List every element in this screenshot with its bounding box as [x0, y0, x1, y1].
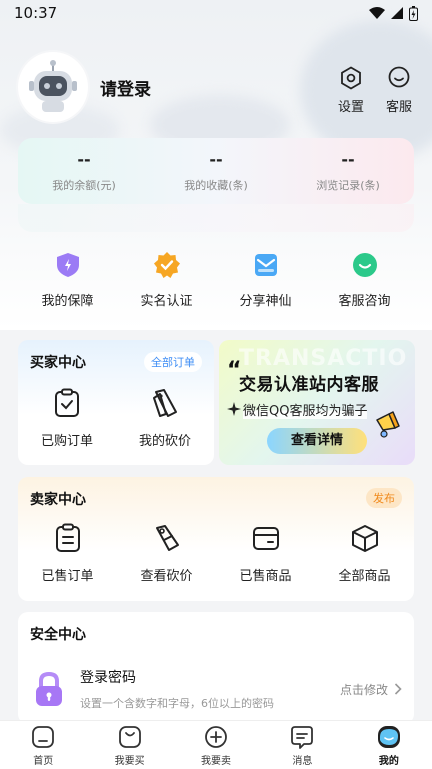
purchased-orders-button[interactable]: 已购订单 [18, 388, 116, 449]
message-icon [291, 725, 314, 749]
buyer-center-card: 买家中心 全部订单 已购订单 我的砍价 [18, 340, 214, 465]
clipboard-list-icon [55, 523, 80, 552]
settings-button[interactable]: 设置 [338, 66, 364, 115]
support-label: 客服 [385, 100, 412, 115]
tab-mine-label: 我的 [378, 755, 399, 767]
customer-service-label: 客服咨询 [338, 294, 391, 309]
publish-button[interactable]: 发布 [366, 488, 402, 508]
wifi-icon [369, 7, 385, 19]
view-bargains-button[interactable]: 查看砍价 [117, 523, 216, 584]
sparkle-icon [227, 402, 241, 416]
stats-card: -- 我的余额(元) -- 我的收藏(条) -- 浏览记录(条) [18, 138, 414, 204]
view-bargains-label: 查看砍价 [140, 569, 193, 584]
share-label: 分享神仙 [239, 294, 292, 309]
shield-icon [53, 250, 83, 280]
all-orders-button[interactable]: 全部订单 [144, 352, 202, 372]
price-tag-icon [153, 389, 177, 417]
status-bar: 10:37 [0, 0, 432, 26]
history-stat[interactable]: -- 浏览记录(条) [282, 150, 414, 193]
login-password-row[interactable]: 登录密码 设置一个含数字和字母，6位以上的密码 点击修改 [30, 664, 402, 714]
plus-circle-icon [205, 725, 227, 748]
tab-buy-label: 我要买 [114, 755, 145, 767]
my-bargain-label: 我的砍价 [138, 434, 191, 449]
megaphone-icon [376, 411, 400, 438]
top-actions: 设置 客服 [338, 66, 412, 115]
chevron-right-icon [394, 683, 402, 695]
favorites-label: 我的收藏(条) [184, 178, 248, 192]
wallet-icon [252, 527, 279, 550]
anti-fraud-banner[interactable]: TRANSACTIO “ 交易认准站内客服 微信QQ客服均为骗子 查看详情 [219, 340, 415, 465]
tab-messages-label: 消息 [292, 755, 313, 767]
my-protection-label: 我的保障 [41, 294, 94, 309]
security-center-title: 安全中心 [30, 624, 86, 645]
box-icon [351, 525, 378, 552]
support-button[interactable]: 客服 [386, 66, 412, 115]
home-icon [32, 725, 55, 748]
settings-label: 设置 [337, 100, 364, 115]
login-password-desc: 设置一个含数字和字母，6位以上的密码 [80, 697, 274, 710]
security-center-card: 安全中心 登录密码 设置一个含数字和字母，6位以上的密码 点击修改 [18, 612, 414, 724]
signal-icon [391, 7, 403, 19]
settings-icon [341, 66, 361, 90]
seller-center-title: 卖家中心 [30, 489, 86, 510]
balance-value: -- [77, 149, 91, 169]
tab-sell-label: 我要卖 [201, 755, 232, 767]
banner-title: 交易认准站内客服 [239, 375, 379, 395]
buyer-center-title: 买家中心 [30, 352, 86, 373]
tab-messages[interactable]: 消息 [259, 721, 345, 769]
tab-sell[interactable]: 我要卖 [173, 721, 259, 769]
sold-products-label: 已售商品 [239, 569, 292, 584]
tab-home[interactable]: 首页 [0, 721, 86, 769]
sold-orders-label: 已售订单 [41, 569, 94, 584]
lock-icon [30, 670, 68, 708]
real-name-verify-label: 实名认证 [140, 294, 193, 309]
history-label: 浏览记录(条) [316, 178, 380, 192]
seller-center-card: 卖家中心 发布 已售订单 查看砍价 已售商品 全部商品 [18, 477, 414, 601]
banner-subtitle: 微信QQ客服均为骗子 [243, 400, 368, 419]
login-password-title: 登录密码 [80, 670, 136, 686]
quick-actions: 我的保障 实名认证 分享神仙 客服咨询 [18, 250, 414, 309]
clipboard-check-icon [55, 388, 79, 417]
tab-mine[interactable]: 我的 [346, 721, 432, 769]
login-link[interactable]: 请登录 [100, 75, 151, 100]
support-icon [388, 66, 410, 88]
bottom-tab-bar: 首页 我要买 我要卖 消息 我的 [0, 720, 432, 769]
all-products-button[interactable]: 全部商品 [315, 523, 414, 584]
chat-bubble-icon [350, 250, 380, 280]
robot-avatar-icon [29, 60, 77, 112]
sold-products-button[interactable]: 已售商品 [216, 523, 315, 584]
favorites-stat[interactable]: -- 我的收藏(条) [150, 150, 282, 193]
price-tag-cut-icon [155, 525, 179, 551]
shopping-bag-icon [118, 725, 141, 748]
my-protection-button[interactable]: 我的保障 [18, 250, 117, 309]
tab-buy[interactable]: 我要买 [86, 721, 172, 769]
share-button[interactable]: 分享神仙 [216, 250, 315, 309]
balance-stat[interactable]: -- 我的余额(元) [18, 150, 150, 193]
all-products-label: 全部商品 [338, 569, 391, 584]
profile-header[interactable]: 请登录 [18, 52, 151, 122]
balance-label: 我的余额(元) [52, 178, 116, 192]
battery-icon [409, 5, 418, 21]
view-details-button[interactable]: 查看详情 [267, 428, 367, 454]
favorites-value: -- [209, 149, 223, 169]
share-mail-icon [251, 250, 281, 280]
my-bargain-button[interactable]: 我的砍价 [116, 388, 214, 449]
customer-service-button[interactable]: 客服咨询 [315, 250, 414, 309]
change-password-label: 点击修改 [339, 682, 388, 697]
real-name-verify-button[interactable]: 实名认证 [117, 250, 216, 309]
stats-card-decoration [18, 204, 414, 232]
profile-face-icon [377, 725, 400, 748]
avatar[interactable] [18, 52, 88, 122]
change-password-link[interactable]: 点击修改 [340, 681, 402, 698]
verified-badge-icon [152, 250, 182, 280]
purchased-orders-label: 已购订单 [40, 434, 93, 449]
status-time: 10:37 [14, 4, 58, 22]
tab-home-label: 首页 [33, 755, 54, 767]
banner-watermark: TRANSACTIO [239, 346, 408, 371]
history-value: -- [341, 149, 355, 169]
sold-orders-button[interactable]: 已售订单 [18, 523, 117, 584]
